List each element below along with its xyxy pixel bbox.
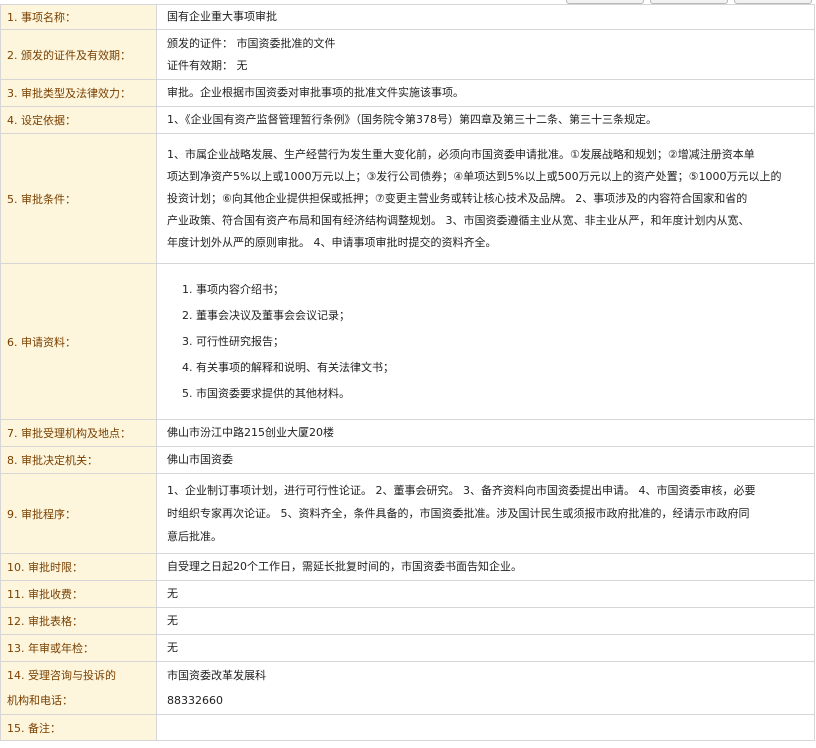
value-line: 2. 董事会决议及董事会会议记录； [182,308,350,322]
table-row: 5. 审批条件： 1、市属企业战略发展、生产经营行为发生重大变化前，必须向市国资… [0,133,815,264]
row-value: 市国资委改革发展科 88332660 [156,661,815,715]
row-label: 8. 审批决定机关： [0,446,157,474]
value-line: 年度计划外从严的原则审批。 4、申请事项审批时提交的资料齐全。 [167,235,497,249]
row-value: 1. 事项内容介绍书； 2. 董事会决议及董事会会议记录； 3. 可行性研究报告… [156,263,815,420]
value-line: 3. 可行性研究报告； [182,334,284,348]
row-value: 1、《企业国有资产监督管理暂行条例》（国务院令第378号）第四章及第三十二条、第… [156,106,815,134]
row-value: 无 [156,634,815,662]
label-line: 14. 受理咨询与投诉的 [7,669,116,682]
value-line: 1. 事项内容介绍书； [182,282,284,296]
row-value: 佛山市国资委 [156,446,815,474]
table-row: 14. 受理咨询与投诉的 机构和电话： 市国资委改革发展科 88332660 [0,661,815,715]
row-value: 1、市属企业战略发展、生产经营行为发生重大变化前，必须向市国资委申请批准。①发展… [156,133,815,264]
value-line: 颁发的证件： 市国资委批准的文件 [167,36,336,50]
value-line: 1、市属企业战略发展、生产经营行为发生重大变化前，必须向市国资委申请批准。①发展… [167,147,755,161]
row-value [156,714,815,741]
row-label: 12. 审批表格： [0,607,157,635]
row-label: 7. 审批受理机构及地点： [0,419,157,447]
value-line: 佛山市国资委 [167,453,233,466]
value-line: 产业政策、符合国有资产布局和国有经济结构调整规划。 3、市国资委遵循主业从宽、非… [167,213,750,227]
value-line: 证件有效期： 无 [167,58,248,72]
value-line: 88332660 [167,694,223,707]
value-line: 佛山市汾江中路215创业大厦20楼 [167,426,334,439]
row-label: 15. 备注： [0,714,157,741]
label-line: 机构和电话： [7,694,73,707]
row-value: 颁发的证件： 市国资委批准的文件 证件有效期： 无 [156,29,815,80]
table-row: 11. 审批收费： 无 [0,580,815,608]
table-row: 8. 审批决定机关： 佛山市国资委 [0,446,815,474]
row-label: 1. 事项名称： [0,4,157,30]
row-label: 14. 受理咨询与投诉的 机构和电话： [0,661,157,715]
value-line: 审批。企业根据市国资委对审批事项的批准文件实施该事项。 [167,86,464,99]
value-line: 市国资委改革发展科 [167,669,266,682]
row-label: 2. 颁发的证件及有效期： [0,29,157,80]
row-label: 9. 审批程序： [0,473,157,554]
value-line: 自受理之日起20个工作日，需延长批复时间的，市国资委书面告知企业。 [167,560,522,573]
value-line: 意后批准。 [167,530,222,543]
table-row: 2. 颁发的证件及有效期： 颁发的证件： 市国资委批准的文件 证件有效期： 无 [0,29,815,80]
row-value: 无 [156,580,815,608]
table-row: 12. 审批表格： 无 [0,607,815,635]
row-value: 佛山市汾江中路215创业大厦20楼 [156,419,815,447]
value-line: 时组织专家再次论证。 5、资料齐全，条件具备的，市国资委批准。涉及国计民生或须报… [167,507,750,520]
row-label: 3. 审批类型及法律效力： [0,79,157,107]
value-line: 无 [167,641,178,654]
row-label: 6. 申请资料： [0,263,157,420]
value-line: 4. 有关事项的解释和说明、有关法律文书； [182,360,394,374]
row-label: 4. 设定依据： [0,106,157,134]
row-value: 无 [156,607,815,635]
value-line: 无 [167,587,178,600]
value-line: 国有企业重大事项审批 [167,10,277,23]
value-line: 1、企业制订事项计划，进行可行性论证。 2、董事会研究。 3、备齐资料向市国资委… [167,484,756,497]
value-line: 项达到净资产5%以上或1000万元以上；③发行公司债券；④单项达到5%以上或50… [167,169,782,183]
row-label: 5. 审批条件： [0,133,157,264]
row-label: 11. 审批收费： [0,580,157,608]
value-line: 1、《企业国有资产监督管理暂行条例》（国务院令第378号）第四章及第三十二条、第… [167,113,657,126]
table-row: 13. 年审或年检： 无 [0,634,815,662]
table-row: 7. 审批受理机构及地点： 佛山市汾江中路215创业大厦20楼 [0,419,815,447]
table-row: 3. 审批类型及法律效力： 审批。企业根据市国资委对审批事项的批准文件实施该事项… [0,79,815,107]
value-line: 无 [167,614,178,627]
approval-info-table: 1. 事项名称： 国有企业重大事项审批 2. 颁发的证件及有效期： 颁发的证件：… [0,4,815,741]
row-label: 13. 年审或年检： [0,634,157,662]
table-row: 15. 备注： [0,714,815,741]
table-row: 1. 事项名称： 国有企业重大事项审批 [0,4,815,30]
value-line: 投资计划；⑥向其他企业提供担保或抵押；⑦变更主营业务或转让核心技术及品牌。 2、… [167,191,748,205]
row-value: 国有企业重大事项审批 [156,4,815,30]
row-value: 1、企业制订事项计划，进行可行性论证。 2、董事会研究。 3、备齐资料向市国资委… [156,473,815,554]
table-row: 10. 审批时限： 自受理之日起20个工作日，需延长批复时间的，市国资委书面告知… [0,553,815,581]
value-line: 5. 市国资委要求提供的其他材料。 [182,386,350,400]
table-row: 9. 审批程序： 1、企业制订事项计划，进行可行性论证。 2、董事会研究。 3、… [0,473,815,554]
row-value: 审批。企业根据市国资委对审批事项的批准文件实施该事项。 [156,79,815,107]
table-row: 4. 设定依据： 1、《企业国有资产监督管理暂行条例》（国务院令第378号）第四… [0,106,815,134]
table-row: 6. 申请资料： 1. 事项内容介绍书； 2. 董事会决议及董事会会议记录； 3… [0,263,815,420]
row-value: 自受理之日起20个工作日，需延长批复时间的，市国资委书面告知企业。 [156,553,815,581]
row-label: 10. 审批时限： [0,553,157,581]
